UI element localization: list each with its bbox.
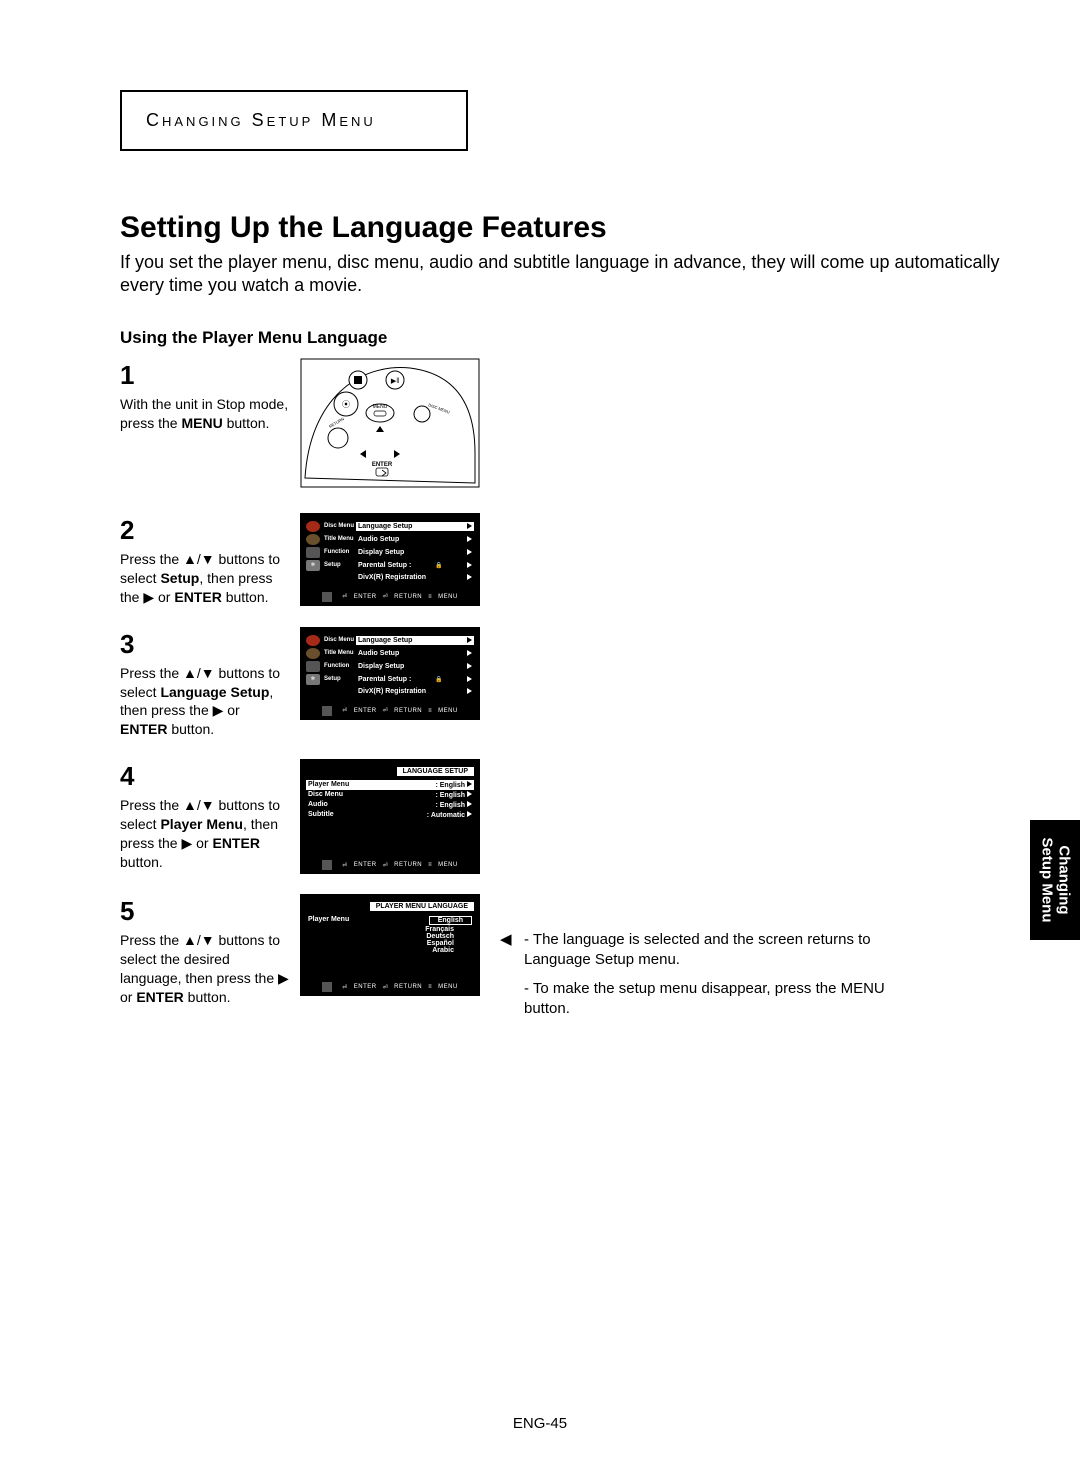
osd-item-parental-setup: Parental Setup : (356, 561, 474, 570)
section-tab-line1: Changing (1056, 845, 1073, 914)
remote-illustration: ▶ǁ ⦿ MENU RETURN DISC MENU ENTER (300, 358, 480, 493)
osd-lang-deutsch: Deutsch (306, 933, 474, 940)
svg-text:ENTER: ENTER (372, 462, 393, 468)
section-tab: Changing Setup Menu (1030, 820, 1080, 940)
remote-svg: ▶ǁ ⦿ MENU RETURN DISC MENU ENTER (300, 358, 480, 488)
osd-item-divx: DivX(R) Registration (356, 573, 474, 582)
chapter-heading: Changing Setup Menu (146, 110, 376, 130)
osd-item-display-setup: Display Setup (356, 548, 474, 557)
step-4-text: 4 Press the ▲/▼ buttons to select Player… (120, 759, 290, 872)
step-1-text: 1 With the unit in Stop mode, press the … (120, 358, 290, 433)
osd-header-language-setup: LANGUAGE SETUP (397, 767, 474, 776)
osd-item-divx: DivX(R) Registration (356, 687, 474, 696)
disc-menu-icon (306, 521, 320, 532)
section-tab-line2: Setup Menu (1039, 838, 1056, 923)
step-3-number: 3 (120, 627, 290, 662)
step-4-number: 4 (120, 759, 290, 794)
step-2: 2 Press the ▲/▼ buttons to select Setup,… (120, 513, 1020, 607)
osd-lang-espanol: Español (306, 940, 474, 947)
setup-icon: ✻ (306, 560, 320, 571)
osd-row-audio: Audio: English (306, 800, 474, 810)
title-menu-icon (306, 648, 320, 659)
manual-page: Changing Setup Menu Setting Up the Langu… (0, 0, 1080, 1482)
page-number: ENG-45 (0, 1415, 1080, 1432)
osd-header-player-menu-lang: PLAYER MENU LANGUAGE (370, 902, 474, 911)
svg-text:▶ǁ: ▶ǁ (391, 378, 399, 385)
note-2: To make the setup menu disappear, press … (524, 980, 885, 1017)
title-menu-icon (306, 534, 320, 545)
dpad-icon (322, 592, 332, 602)
osd-footer: ⏎ENTER ⏎RETURN ≡MENU (306, 592, 474, 602)
dpad-icon (322, 860, 332, 870)
section-subhead: Using the Player Menu Language (120, 328, 1020, 348)
dpad-icon (322, 706, 332, 716)
osd-row-player-menu: Player Menu: English (306, 780, 474, 790)
osd-item-audio-setup: Audio Setup (356, 535, 474, 544)
osd-item-audio-setup: Audio Setup (356, 649, 474, 658)
step-2-number: 2 (120, 513, 290, 548)
osd-item-language-setup: Language Setup (356, 522, 474, 531)
osd-row-disc-menu: Disc Menu: English (306, 790, 474, 800)
intro-paragraph: If you set the player menu, disc menu, a… (120, 251, 1020, 298)
svg-text:⦿: ⦿ (342, 400, 350, 409)
osd-setup-menu-2: Disc Menu Language Setup Title Menu Audi… (300, 627, 480, 720)
result-notes: ◀ - The language is selected and the scr… (500, 930, 930, 1027)
step-1: 1 With the unit in Stop mode, press the … (120, 358, 1020, 493)
osd-item-language-setup: Language Setup (356, 636, 474, 645)
left-arrow-icon: ◀ (500, 930, 524, 950)
osd-setup-menu: Disc Menu Language Setup Title Menu Audi… (300, 513, 480, 606)
note-1: The language is selected and the screen … (524, 931, 871, 968)
step-5-text: 5 Press the ▲/▼ buttons to select the de… (120, 894, 290, 1007)
osd-row-player-menu-label: Player Menu English (306, 915, 474, 926)
disc-menu-icon (306, 635, 320, 646)
osd-footer: ⏎ENTER ⏎RETURN ≡MENU (306, 860, 474, 870)
function-icon (306, 661, 320, 672)
page-title: Setting Up the Language Features (120, 211, 1020, 245)
osd-item-parental-setup: Parental Setup : (356, 675, 474, 684)
setup-icon: ✻ (306, 674, 320, 685)
step-1-number: 1 (120, 358, 290, 393)
osd-lang-francais: Français (306, 926, 474, 933)
dpad-icon (322, 982, 332, 992)
osd-footer: ⏎ENTER ⏎RETURN ≡MENU (306, 706, 474, 716)
step-3-text: 3 Press the ▲/▼ buttons to select Langua… (120, 627, 290, 740)
osd-player-menu-language: PLAYER MENU LANGUAGE Player Menu English… (300, 894, 480, 996)
osd-row-subtitle: Subtitle: Automatic (306, 810, 474, 820)
osd-footer: ⏎ENTER ⏎RETURN ≡MENU (306, 982, 474, 992)
step-3: 3 Press the ▲/▼ buttons to select Langua… (120, 627, 1020, 740)
osd-language-setup: LANGUAGE SETUP Player Menu: English Disc… (300, 759, 480, 874)
chapter-heading-box: Changing Setup Menu (120, 90, 468, 151)
osd-item-display-setup: Display Setup (356, 662, 474, 671)
function-icon (306, 547, 320, 558)
step-5-number: 5 (120, 894, 290, 929)
osd-lang-arabic: Arabic (306, 947, 474, 954)
step-4: 4 Press the ▲/▼ buttons to select Player… (120, 759, 1020, 874)
step-2-text: 2 Press the ▲/▼ buttons to select Setup,… (120, 513, 290, 607)
svg-text:MENU: MENU (373, 404, 388, 410)
